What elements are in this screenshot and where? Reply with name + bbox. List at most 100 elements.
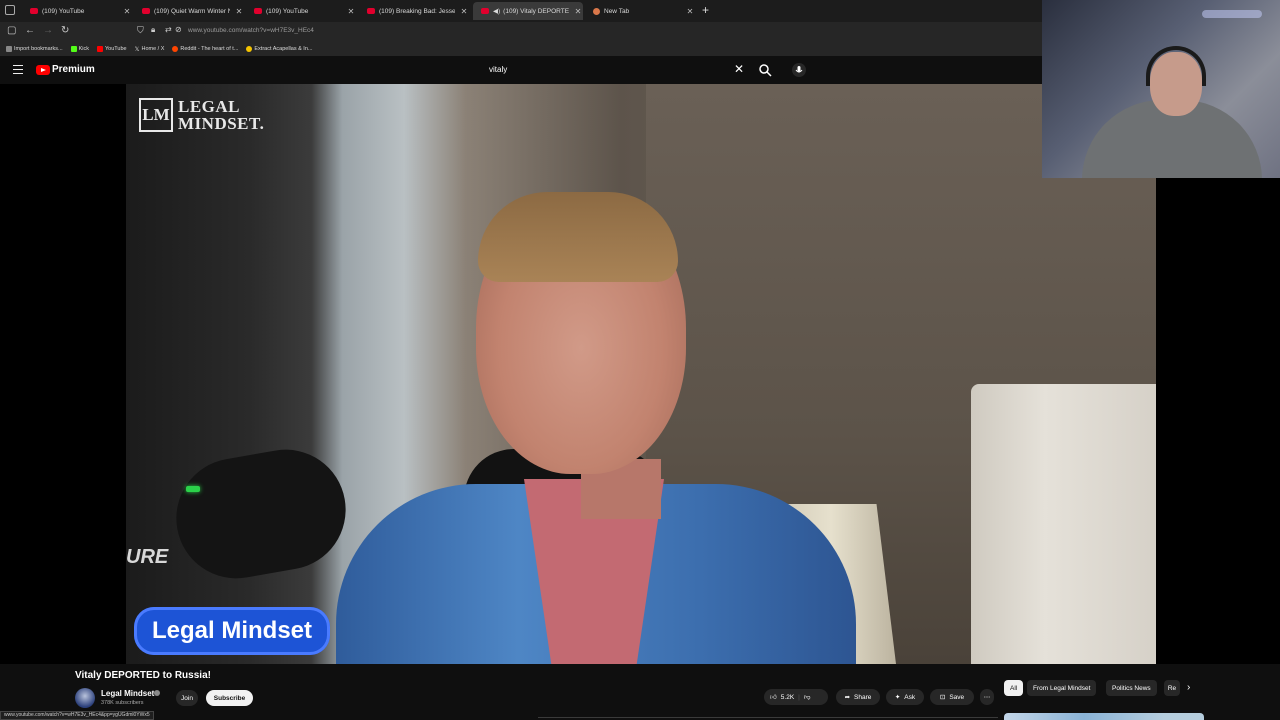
youtube-favicon-icon <box>30 8 38 14</box>
bookmark-label: Import bookmarks... <box>14 46 63 52</box>
channel-watermark-logo: LM <box>139 98 173 132</box>
sparkle-icon: ✦ <box>894 694 901 701</box>
ask-button[interactable]: ✦ Ask <box>886 689 924 705</box>
close-tab-icon[interactable]: ✕ <box>122 7 132 16</box>
browser-window: (109) YouTube ✕ (109) Quiet Warm Winter … <box>0 0 1280 720</box>
close-tab-icon[interactable]: ✕ <box>459 7 469 16</box>
comment-divider <box>538 717 998 718</box>
like-divider: | <box>798 693 800 701</box>
tab-title: (109) YouTube <box>42 7 85 15</box>
bookmark-reddit[interactable]: Reddit - The heart of t... <box>172 46 238 52</box>
webcam-ceiling-light <box>1202 10 1262 18</box>
bookmark-label: Extract Acapellas & In... <box>254 46 313 52</box>
shield-icon[interactable]: ⛉ <box>137 25 144 36</box>
tab-2[interactable]: (109) Quiet Warm Winter Night ✕ <box>134 2 244 20</box>
watermark-line-2: MINDSET. <box>178 114 265 133</box>
channel-name[interactable]: Legal Mindset <box>101 689 154 698</box>
reload-icon[interactable]: ↻ <box>61 25 69 36</box>
menu-icon[interactable] <box>13 65 23 74</box>
video-title: Vitaly DEPORTED to Russia! <box>75 670 211 681</box>
kick-icon <box>70 46 77 52</box>
search-input[interactable]: vitaly ✕ <box>484 60 750 80</box>
microphone-icon[interactable] <box>792 63 806 77</box>
youtube-logo-icon[interactable] <box>36 65 50 75</box>
video-presenter-hair <box>478 192 678 282</box>
tab-6[interactable]: New Tab ✕ <box>585 2 695 20</box>
new-tab-plus-icon[interactable]: + <box>702 3 709 17</box>
lower-third-banner: Legal Mindset <box>134 607 331 655</box>
chip-partial[interactable]: Re <box>1164 680 1180 696</box>
acapella-icon <box>246 46 253 52</box>
speaker-icon[interactable]: ◀) <box>493 7 500 15</box>
video-microphone-brand: URE <box>126 546 169 568</box>
chip-all[interactable]: All <box>1004 680 1024 696</box>
thumbs-down-icon[interactable]: 👎︎ <box>804 693 811 701</box>
bookmark-label: Reddit - The heart of t... <box>180 46 239 52</box>
youtube-favicon-icon <box>367 8 375 14</box>
save-label: Save <box>949 693 965 701</box>
bookmark-kick[interactable]: Kick <box>70 46 89 52</box>
ask-label: Ask <box>904 693 916 701</box>
subscriber-count: 378K subscribers <box>101 700 144 706</box>
subscribe-button[interactable]: Subscribe <box>206 690 253 706</box>
search-icon[interactable] <box>758 63 772 77</box>
youtube-favicon-icon <box>254 8 262 14</box>
premium-label[interactable]: Premium <box>52 64 95 75</box>
chevron-right-icon[interactable]: › <box>1187 682 1190 693</box>
bookmark-import[interactable]: Import bookmarks... <box>6 46 63 52</box>
bookmark-youtube[interactable]: YouTube <box>97 46 127 52</box>
channel-watermark-text: LEGAL MINDSET. <box>178 98 264 132</box>
share-label: Share <box>854 693 872 701</box>
connection-icon[interactable]: ⇄ <box>165 25 172 34</box>
bookmark-label: Home / X <box>141 46 165 52</box>
tab-4[interactable]: (109) Breaking Bad: Jesse escap ✕ <box>359 2 469 20</box>
import-icon <box>6 46 12 52</box>
tab-menu-icon[interactable] <box>5 5 15 15</box>
back-icon[interactable]: ← <box>25 25 35 36</box>
lock-icon[interactable]: 🔒︎ <box>151 25 155 35</box>
sidebar-toggle-icon[interactable]: ▢ <box>7 25 16 36</box>
like-count: 5.2K <box>780 693 795 701</box>
video-info-section: Vitaly DEPORTED to Russia! Legal Mindset… <box>0 664 1280 720</box>
x-logo-icon: 𝕏 <box>134 46 140 53</box>
close-tab-icon[interactable]: ✕ <box>234 7 244 16</box>
more-actions-icon[interactable]: ⋯ <box>980 689 994 705</box>
tab-5-active[interactable]: ◀) (109) Vitaly DEPORTED to R ✕ <box>473 2 583 20</box>
tab-title: (109) Vitaly DEPORTED to R <box>503 7 569 15</box>
permissions-icon[interactable]: ⊘ <box>175 25 182 34</box>
recommended-thumbnail[interactable] <box>1004 713 1204 720</box>
video-microphone-led <box>186 486 200 492</box>
close-tab-icon[interactable]: ✕ <box>685 7 695 16</box>
tab-3[interactable]: (109) YouTube ✕ <box>246 2 356 20</box>
tab-title: (109) Breaking Bad: Jesse escap <box>379 7 455 15</box>
channel-avatar[interactable] <box>75 688 95 708</box>
video-headboard <box>971 384 1156 664</box>
youtube-favicon-icon <box>481 8 489 14</box>
clear-search-icon[interactable]: ✕ <box>734 62 744 76</box>
like-button[interactable]: 👍︎ 5.2K | 👎︎ <box>764 689 828 705</box>
new-tab-favicon-icon <box>593 7 600 15</box>
url-field[interactable]: www.youtube.com/watch?v=wH7E3v_HEc4 <box>188 27 314 34</box>
join-button[interactable]: Join <box>176 690 198 706</box>
bookmark-label: YouTube <box>105 46 127 52</box>
close-tab-icon[interactable]: ✕ <box>573 7 583 16</box>
youtube-icon <box>97 46 103 52</box>
bookmark-x[interactable]: 𝕏 Home / X <box>135 46 165 53</box>
tab-title: (109) Quiet Warm Winter Night <box>154 7 230 15</box>
forward-icon[interactable]: → <box>43 25 53 36</box>
chip-from-channel[interactable]: From Legal Mindset <box>1027 680 1097 696</box>
watermark-line-1: LEGAL <box>178 97 241 116</box>
thumbs-up-icon: 👍︎ <box>770 694 777 701</box>
youtube-favicon-icon <box>142 8 150 14</box>
bookmark-icon: ⊡ <box>939 694 946 701</box>
tab-title: (109) YouTube <box>266 7 309 15</box>
save-button[interactable]: ⊡ Save <box>930 689 974 705</box>
reddit-icon <box>172 46 179 52</box>
share-button[interactable]: ➦ Share <box>836 689 880 705</box>
tab-1[interactable]: (109) YouTube ✕ <box>22 2 132 20</box>
tab-title: New Tab <box>604 7 630 15</box>
bookmark-label: Kick <box>78 46 89 52</box>
bookmark-acapellas[interactable]: Extract Acapellas & In... <box>246 46 312 52</box>
close-tab-icon[interactable]: ✕ <box>346 7 356 16</box>
chip-politics-news[interactable]: Politics News <box>1106 680 1157 696</box>
